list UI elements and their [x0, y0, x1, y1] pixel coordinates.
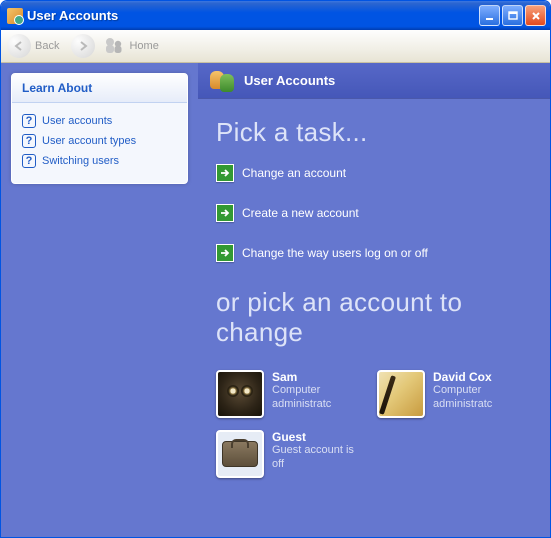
- account-role: Computer administratc: [272, 384, 361, 412]
- minimize-icon: [485, 11, 495, 21]
- sidebar-item-user-account-types[interactable]: ? User account types: [22, 131, 177, 151]
- sidebar-item-label: User account types: [42, 135, 136, 147]
- account-info: Guest Guest account is off: [272, 430, 361, 478]
- learn-about-panel: Learn About ? User accounts ? User accou…: [11, 73, 188, 184]
- main-header: User Accounts: [198, 63, 550, 99]
- avatar: [216, 370, 264, 418]
- help-icon: ?: [22, 134, 36, 148]
- main-panel: User Accounts Pick a task... Change an a…: [198, 63, 550, 537]
- account-role: Computer administratc: [433, 384, 522, 412]
- close-icon: [531, 11, 541, 21]
- arrow-right-icon: [216, 204, 234, 222]
- window: User Accounts Back Home: [0, 0, 551, 538]
- close-button[interactable]: [525, 5, 546, 26]
- back-label: Back: [35, 40, 59, 52]
- account-sam[interactable]: Sam Computer administratc: [216, 370, 361, 418]
- main-header-title: User Accounts: [244, 73, 335, 88]
- task-create-account[interactable]: Create a new account: [216, 204, 532, 222]
- maximize-icon: [508, 11, 518, 21]
- sidebar-container: Learn About ? User accounts ? User accou…: [1, 63, 198, 537]
- account-info: Sam Computer administratc: [272, 370, 361, 418]
- maximize-button[interactable]: [502, 5, 523, 26]
- body: Learn About ? User accounts ? User accou…: [1, 63, 550, 537]
- main-content: Pick a task... Change an account Create …: [198, 99, 550, 488]
- account-list: Sam Computer administratc David Cox Comp…: [216, 370, 532, 478]
- window-title: User Accounts: [27, 8, 479, 23]
- account-name: Sam: [272, 370, 361, 384]
- avatar: [216, 430, 264, 478]
- home-label: Home: [129, 40, 158, 52]
- account-name: Guest: [272, 430, 361, 444]
- sidebar-item-switching-users[interactable]: ? Switching users: [22, 151, 177, 171]
- home-button[interactable]: [103, 36, 125, 56]
- sidebar-item-user-accounts[interactable]: ? User accounts: [22, 111, 177, 131]
- account-name: David Cox: [433, 370, 522, 384]
- task-change-account[interactable]: Change an account: [216, 164, 532, 182]
- account-info: David Cox Computer administratc: [433, 370, 522, 418]
- task-label: Create a new account: [242, 206, 359, 220]
- back-arrow-icon: [13, 40, 25, 52]
- account-guest[interactable]: Guest Guest account is off: [216, 430, 361, 478]
- forward-arrow-icon: [77, 40, 89, 52]
- help-icon: ?: [22, 114, 36, 128]
- task-change-logon[interactable]: Change the way users log on or off: [216, 244, 532, 262]
- window-buttons: [479, 5, 546, 26]
- titlebar[interactable]: User Accounts: [1, 1, 550, 30]
- sidebar-item-label: User accounts: [42, 115, 112, 127]
- user-accounts-app-icon: [7, 8, 23, 24]
- home-people-icon: [103, 36, 125, 56]
- sidebar-list: ? User accounts ? User account types ? S…: [12, 103, 187, 183]
- user-accounts-icon: [208, 67, 236, 95]
- pick-account-headline: or pick an account to change: [216, 288, 532, 348]
- account-david-cox[interactable]: David Cox Computer administratc: [377, 370, 522, 418]
- arrow-right-icon: [216, 164, 234, 182]
- account-role: Guest account is off: [272, 444, 361, 472]
- sidebar-header: Learn About: [12, 74, 187, 103]
- arrow-right-icon: [216, 244, 234, 262]
- sidebar-item-label: Switching users: [42, 155, 119, 167]
- minimize-button[interactable]: [479, 5, 500, 26]
- back-button[interactable]: [7, 34, 31, 58]
- pick-task-headline: Pick a task...: [216, 117, 532, 148]
- forward-button[interactable]: [71, 34, 95, 58]
- task-label: Change the way users log on or off: [242, 246, 428, 260]
- avatar: [377, 370, 425, 418]
- toolbar: Back Home: [1, 30, 550, 63]
- help-icon: ?: [22, 154, 36, 168]
- task-label: Change an account: [242, 166, 346, 180]
